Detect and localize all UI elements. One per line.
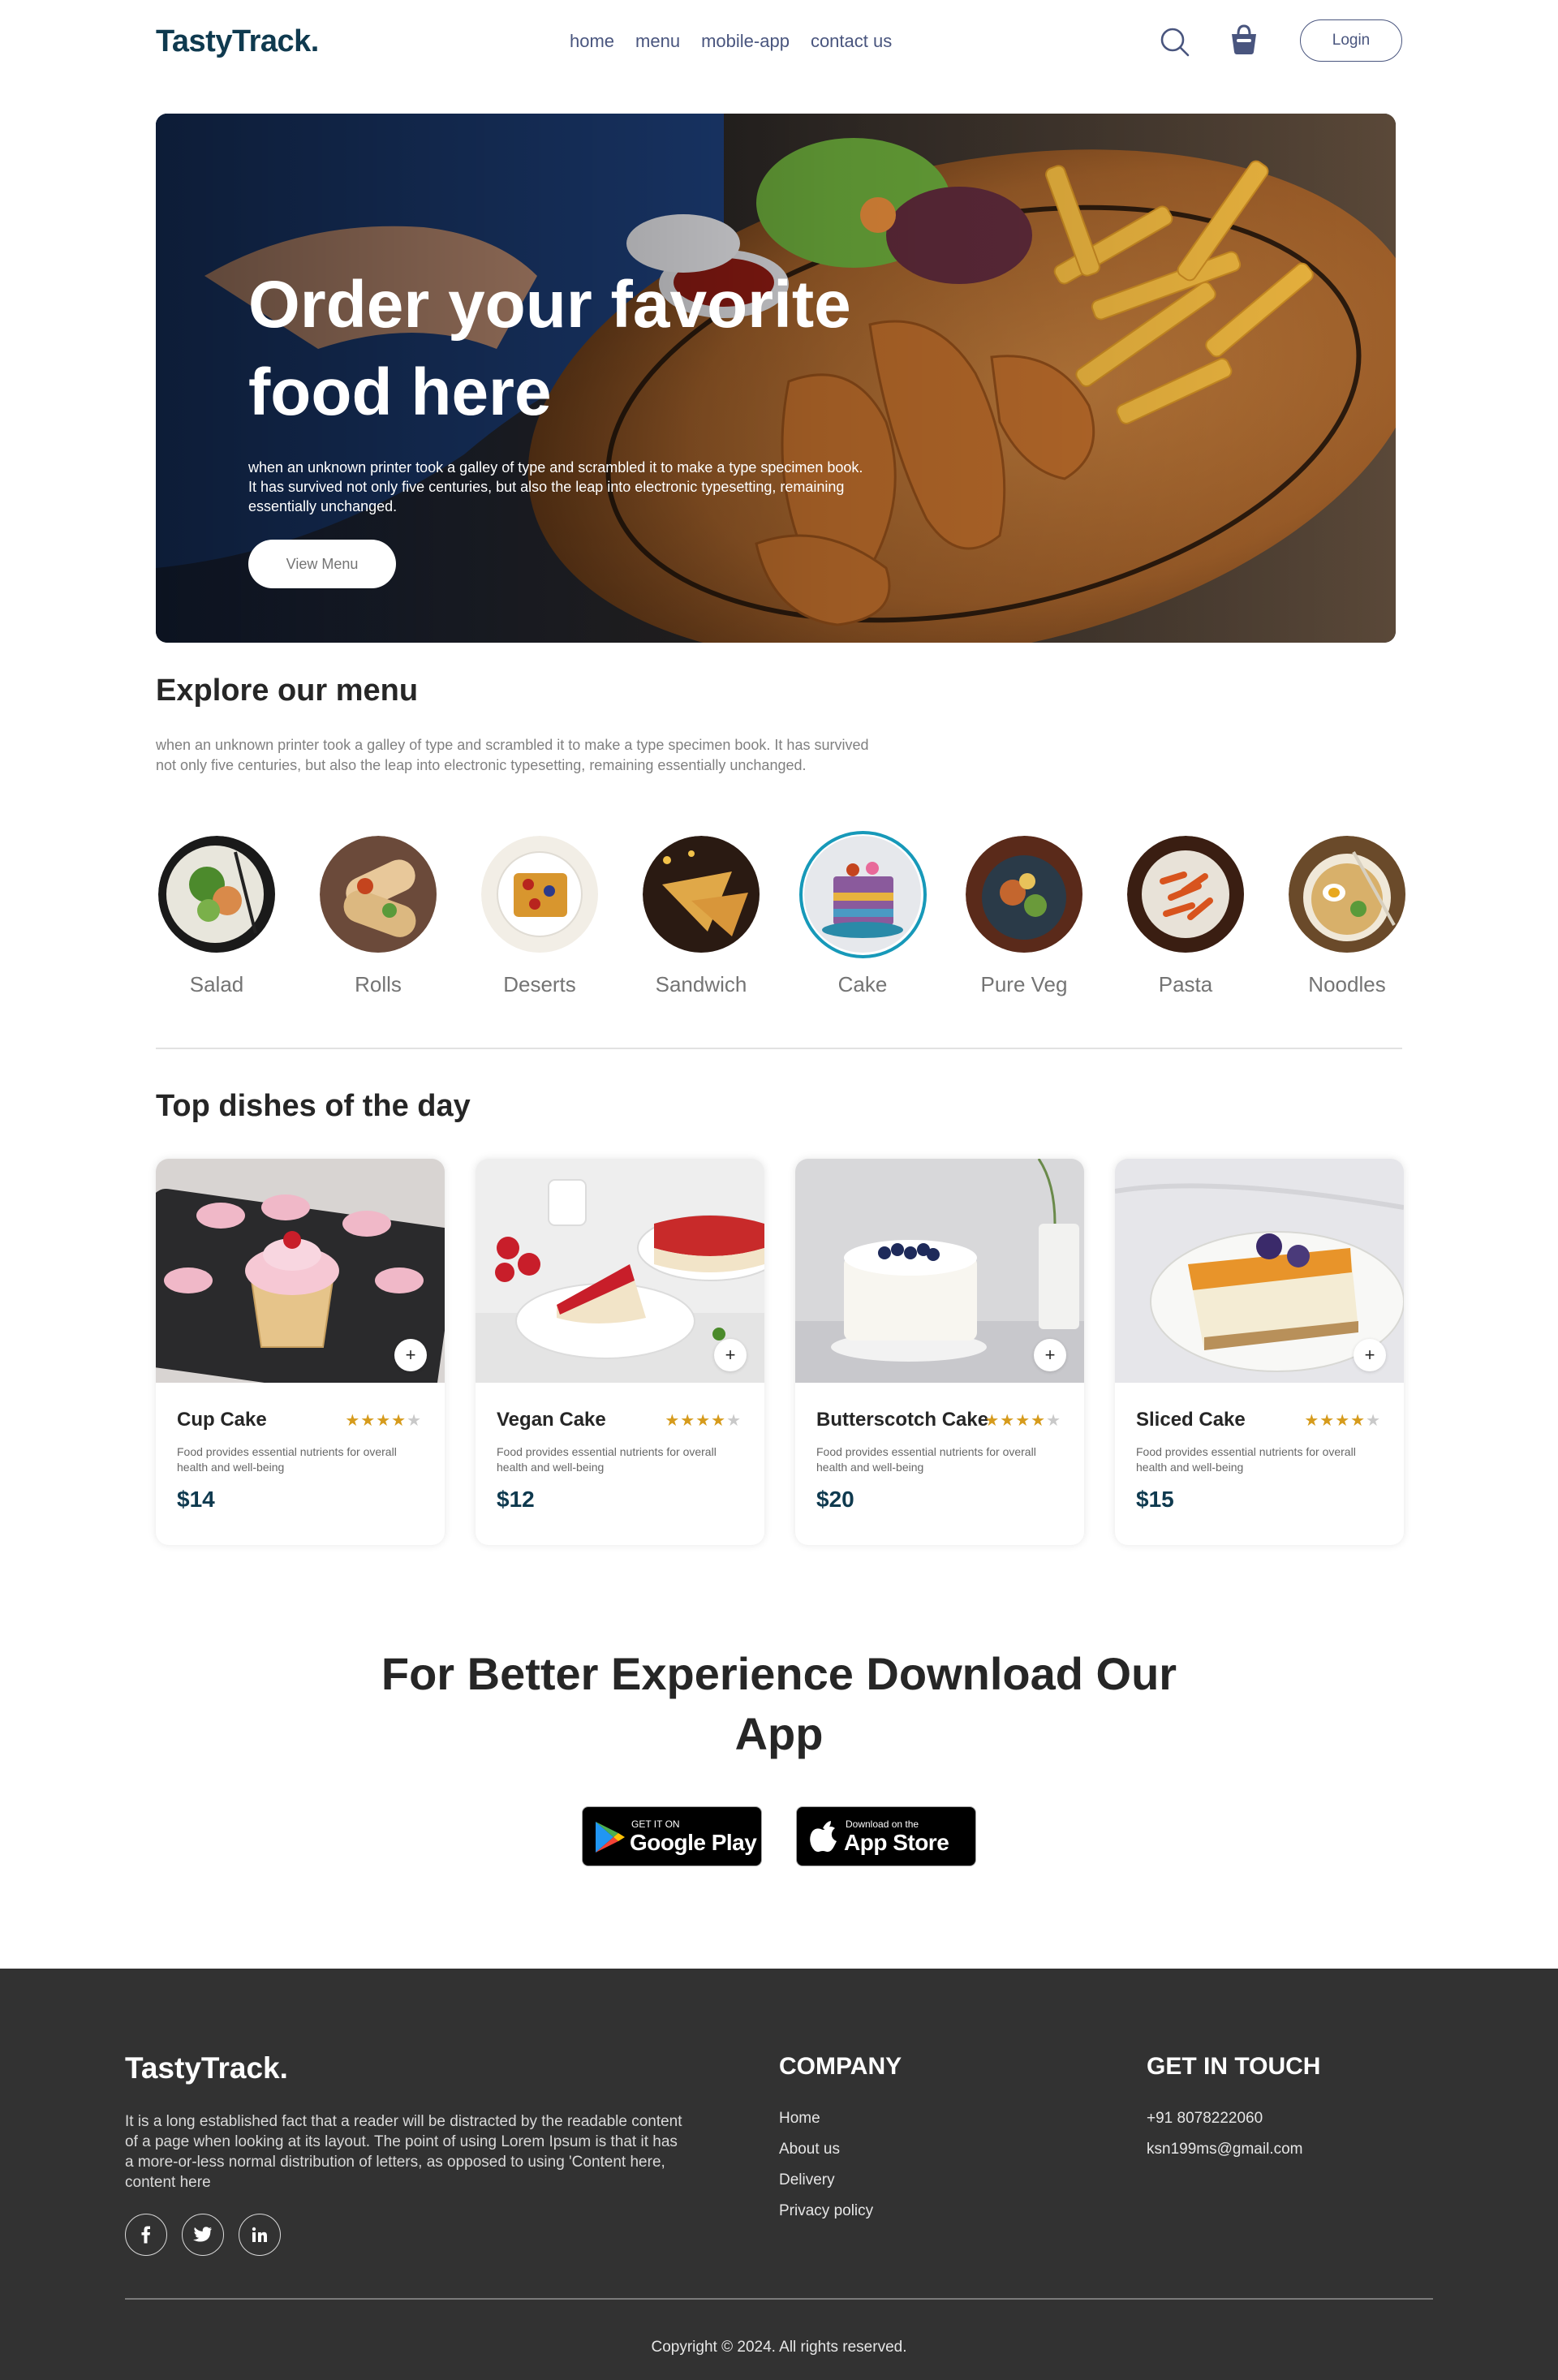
section-divider bbox=[156, 1048, 1402, 1049]
salad-image bbox=[157, 836, 275, 953]
menu-category-label: Rolls bbox=[355, 972, 402, 996]
contact-info: +91 8078222060 ksn199ms@gmail.com bbox=[1147, 2103, 1302, 2165]
menu-category-label: Sandwich bbox=[655, 972, 747, 996]
rating-stars-icon: ★★★★★ bbox=[984, 1412, 1061, 1430]
app-store-button[interactable]: Download on the App Store bbox=[796, 1806, 976, 1866]
dish-name: Vegan Cake bbox=[497, 1409, 606, 1431]
dish-image: + bbox=[795, 1159, 1084, 1383]
footer-logo[interactable]: TastyTrack. bbox=[125, 2051, 288, 2085]
dish-description: Food provides essential nutrients for ov… bbox=[816, 1445, 1036, 1474]
menu-category-sandwich[interactable]: Sandwich bbox=[640, 836, 762, 997]
menu-category-label: Noodles bbox=[1308, 972, 1386, 996]
search-icon[interactable] bbox=[1159, 26, 1191, 58]
company-links: Home About us Delivery Privacy policy bbox=[779, 2103, 873, 2227]
dish-description: Food provides essential nutrients for ov… bbox=[497, 1445, 717, 1474]
menu-category-label: Pure Veg bbox=[980, 972, 1068, 996]
pasta-image bbox=[1126, 836, 1244, 953]
social-links bbox=[125, 2214, 281, 2256]
contact-phone: +91 8078222060 bbox=[1147, 2110, 1263, 2127]
google-play-button[interactable]: GET IT ON Google Play bbox=[582, 1806, 762, 1866]
top-dishes-title: Top dishes of the day bbox=[156, 1089, 471, 1123]
menu-category-rolls[interactable]: Rolls bbox=[317, 836, 439, 997]
hero-banner: Order your favorite food here when an un… bbox=[156, 114, 1396, 643]
rating-stars-icon: ★★★★★ bbox=[1304, 1412, 1381, 1430]
menu-category-cake[interactable]: Cake bbox=[798, 831, 927, 997]
menu-category-label: Cake bbox=[837, 972, 888, 996]
nav-mobile-app[interactable]: mobile-app bbox=[701, 31, 790, 52]
nav-links: home menu mobile-app contact us bbox=[570, 31, 892, 52]
dish-name: Cup Cake bbox=[177, 1409, 267, 1431]
rating-stars-icon: ★★★★★ bbox=[665, 1412, 742, 1430]
footer-link-about-us[interactable]: About us bbox=[779, 2134, 873, 2165]
add-to-cart-button[interactable]: + bbox=[714, 1339, 747, 1371]
footer-link-privacy-policy[interactable]: Privacy policy bbox=[779, 2196, 873, 2227]
menu-category-label: Pasta bbox=[1158, 972, 1213, 996]
dish-description: Food provides essential nutrients for ov… bbox=[177, 1445, 397, 1474]
explore-menu-title: Explore our menu bbox=[156, 674, 419, 708]
menu-category-pasta[interactable]: Pasta bbox=[1125, 836, 1246, 997]
footer-link-home[interactable]: Home bbox=[779, 2103, 873, 2134]
app-store-small-text: Download on the bbox=[846, 1818, 919, 1830]
footer: TastyTrack. It is a long established fac… bbox=[0, 1969, 1558, 2380]
cake-image bbox=[798, 831, 927, 958]
pure-veg-image bbox=[965, 836, 1082, 953]
facebook-icon[interactable] bbox=[125, 2214, 167, 2256]
menu-category-label: Deserts bbox=[503, 972, 576, 996]
footer-about-text: It is a long established fact that a rea… bbox=[125, 2113, 682, 2191]
menu-category-pure-veg[interactable]: Pure Veg bbox=[963, 836, 1085, 997]
footer-link-delivery[interactable]: Delivery bbox=[779, 2165, 873, 2196]
explore-menu-description: when an unknown printer took a galley of… bbox=[156, 737, 869, 773]
dish-image: + bbox=[156, 1159, 445, 1383]
dish-image: + bbox=[476, 1159, 764, 1383]
sandwich-image bbox=[642, 836, 760, 953]
hero-description: when an unknown printer took a galley of… bbox=[248, 459, 863, 514]
dish-card-cup-cake[interactable]: + Cup Cake ★★★★★ Food provides essential… bbox=[156, 1159, 445, 1545]
app-download-title: For Better Experience Download Our App bbox=[381, 1648, 1177, 1759]
view-menu-button[interactable]: View Menu bbox=[248, 540, 396, 588]
contact-email: ksn199ms@gmail.com bbox=[1147, 2141, 1303, 2158]
rolls-image bbox=[319, 836, 437, 953]
basket-icon[interactable] bbox=[1227, 23, 1261, 57]
login-button[interactable]: Login bbox=[1300, 19, 1402, 62]
twitter-icon[interactable] bbox=[182, 2214, 224, 2256]
menu-category-deserts[interactable]: Deserts bbox=[479, 836, 600, 997]
footer-divider bbox=[125, 2298, 1433, 2300]
dish-card-vegan-cake[interactable]: + Vegan Cake ★★★★★ Food provides essenti… bbox=[476, 1159, 764, 1545]
nav-contact-us[interactable]: contact us bbox=[811, 31, 892, 52]
menu-category-noodles[interactable]: Noodles bbox=[1286, 836, 1408, 997]
apple-icon bbox=[810, 1821, 837, 1853]
rating-stars-icon: ★★★★★ bbox=[345, 1412, 422, 1430]
menu-category-list: Salad Rolls Deserts Sandwich Cake Pure V… bbox=[156, 831, 1405, 998]
dish-price: $12 bbox=[497, 1487, 535, 1512]
dish-price: $14 bbox=[177, 1487, 215, 1512]
copyright-text: Copyright © 2024. All rights reserved. bbox=[651, 2339, 907, 2356]
dish-card-sliced-cake[interactable]: + Sliced Cake ★★★★★ Food provides essent… bbox=[1115, 1159, 1404, 1545]
dish-description: Food provides essential nutrients for ov… bbox=[1136, 1445, 1356, 1474]
nav-menu[interactable]: menu bbox=[635, 31, 680, 52]
site-logo[interactable]: TastyTrack. bbox=[156, 24, 319, 59]
menu-category-label: Salad bbox=[189, 972, 244, 996]
deserts-image bbox=[480, 836, 598, 953]
google-play-big-text: Google Play bbox=[630, 1830, 757, 1855]
menu-category-salad[interactable]: Salad bbox=[156, 836, 278, 997]
navbar: TastyTrack. home menu mobile-app contact… bbox=[0, 0, 1558, 84]
company-title: COMPANY bbox=[779, 2053, 902, 2080]
google-play-small-text: GET IT ON bbox=[631, 1818, 680, 1830]
dish-price: $20 bbox=[816, 1487, 854, 1512]
google-play-icon bbox=[596, 1822, 625, 1853]
noodles-image bbox=[1288, 836, 1405, 953]
nav-home[interactable]: home bbox=[570, 31, 614, 52]
linkedin-icon[interactable] bbox=[239, 2214, 281, 2256]
hero-title: Order your favorite food here bbox=[248, 268, 851, 429]
get-in-touch-title: GET IN TOUCH bbox=[1147, 2053, 1321, 2080]
app-store-big-text: App Store bbox=[844, 1830, 949, 1855]
add-to-cart-button[interactable]: + bbox=[1354, 1339, 1386, 1371]
dish-card-butterscotch-cake[interactable]: + Butterscotch Cake ★★★★★ Food provides … bbox=[795, 1159, 1084, 1545]
add-to-cart-button[interactable]: + bbox=[394, 1339, 427, 1371]
dish-name: Butterscotch Cake bbox=[816, 1409, 989, 1431]
dish-name: Sliced Cake bbox=[1136, 1409, 1246, 1431]
add-to-cart-button[interactable]: + bbox=[1034, 1339, 1066, 1371]
dish-image: + bbox=[1115, 1159, 1404, 1383]
dish-price: $15 bbox=[1136, 1487, 1174, 1512]
